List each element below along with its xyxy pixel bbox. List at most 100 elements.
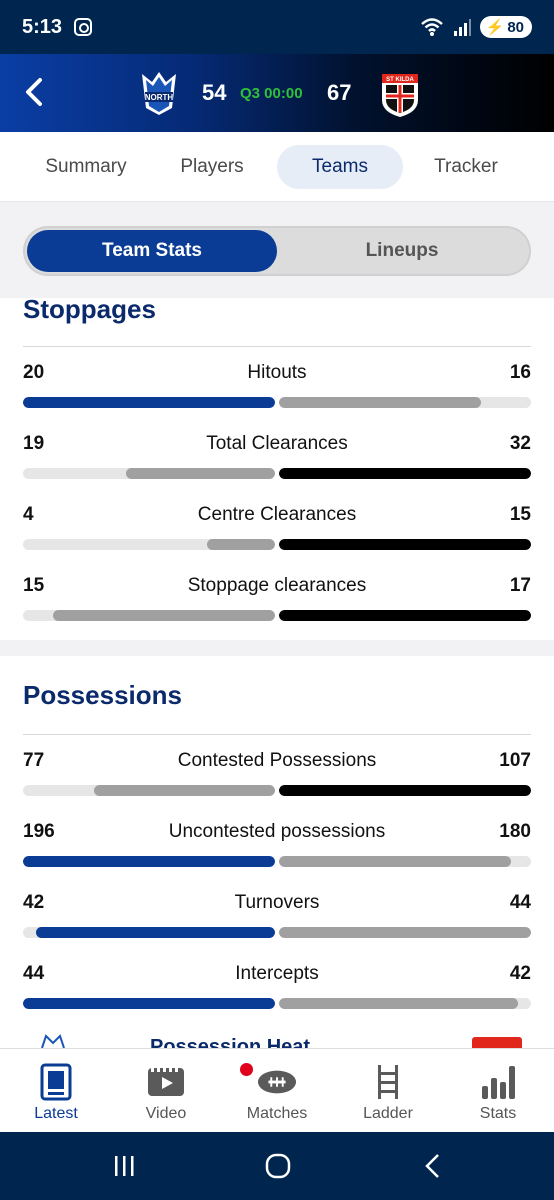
divider — [23, 346, 531, 347]
divider — [23, 734, 531, 735]
north-melbourne-logo[interactable]: NORTH — [134, 68, 184, 118]
away-score: 67 — [327, 80, 352, 105]
stat-home-bar-track — [23, 468, 275, 479]
back-nav-icon[interactable] — [422, 1153, 442, 1179]
home-score: 54 — [202, 80, 227, 105]
possessions-card: Possessions Contested Possessions 77 107 U… — [0, 656, 554, 1050]
section-title: Possessions — [23, 680, 182, 710]
stat-row: Uncontested possessions 196 180 — [23, 821, 531, 871]
home-icon[interactable] — [264, 1152, 292, 1180]
stat-row: Contested Possessions 77 107 — [23, 750, 531, 800]
stat-home-bar — [23, 998, 275, 1009]
stat-away-value: 15 — [509, 504, 531, 525]
nav-video[interactable]: Video — [111, 1049, 221, 1133]
view-toggle: Team Stats Lineups — [23, 226, 531, 276]
team-stats-toggle[interactable]: Team Stats — [27, 230, 277, 272]
system-navigation-bar — [0, 1132, 554, 1200]
stat-home-bar — [53, 610, 275, 621]
stat-away-bar — [279, 856, 511, 867]
stat-row: Intercepts 44 42 — [23, 963, 531, 1013]
stat-away-bar-track — [279, 397, 531, 408]
stat-home-bar-track — [23, 927, 275, 938]
stat-home-bar-track — [23, 998, 275, 1009]
nav-label: Ladder — [363, 1105, 413, 1122]
status-bar: 5:13 ⚡ 80 — [0, 0, 554, 54]
stat-label: Uncontested possessions — [168, 821, 386, 842]
stat-home-value: 19 — [23, 433, 45, 454]
back-button[interactable] — [14, 72, 54, 112]
stat-row: Turnovers 42 44 — [23, 892, 531, 942]
stat-row: Stoppage clearances 15 17 — [23, 575, 531, 625]
tab-teams[interactable]: Teams — [277, 145, 403, 189]
stat-home-value: 42 — [23, 892, 45, 913]
recent-apps-icon[interactable] — [112, 1154, 136, 1178]
lineups-toggle[interactable]: Lineups — [277, 230, 527, 272]
stat-away-bar-track — [279, 856, 531, 867]
nav-label: Stats — [479, 1105, 517, 1122]
stat-away-bar — [279, 927, 531, 938]
stat-home-value: 15 — [23, 575, 45, 596]
tab-tracker[interactable]: Tracker — [406, 145, 526, 189]
stat-home-bar-track — [23, 397, 275, 408]
stat-label: Intercepts — [235, 963, 319, 984]
video-icon — [146, 1063, 186, 1101]
stat-away-bar — [279, 998, 519, 1009]
nav-stats[interactable]: Stats — [443, 1049, 553, 1133]
ladder-icon — [368, 1063, 408, 1101]
stat-home-value: 4 — [23, 504, 34, 525]
stat-home-bar-track — [23, 610, 275, 621]
nav-label: Latest — [34, 1105, 78, 1122]
stat-home-bar — [23, 856, 275, 867]
stat-row: Total Clearances 19 32 — [23, 433, 531, 483]
game-clock: Q3 00:00 — [240, 85, 303, 102]
stat-home-bar-track — [23, 856, 275, 867]
stat-away-bar-track — [279, 927, 531, 938]
tab-summary[interactable]: Summary — [26, 145, 146, 189]
stat-away-bar — [279, 785, 531, 796]
stat-row: Hitouts 20 16 — [23, 362, 531, 412]
st-kilda-logo[interactable]: ST KILDA — [380, 70, 420, 118]
nav-label: Video — [145, 1105, 187, 1122]
stat-away-value: 32 — [509, 433, 531, 454]
stat-away-value: 17 — [509, 575, 531, 596]
battery-indicator: ⚡ 80 — [479, 16, 532, 38]
stat-home-bar-track — [23, 539, 275, 550]
nav-matches[interactable]: Matches — [222, 1049, 332, 1133]
stat-home-value: 44 — [23, 963, 45, 984]
stat-label: Stoppage clearances — [187, 575, 367, 596]
chevron-left-icon — [26, 78, 42, 106]
stat-away-bar-track — [279, 468, 531, 479]
stat-away-bar-track — [279, 539, 531, 550]
nav-label: Matches — [246, 1105, 308, 1122]
signal-icon — [453, 19, 471, 36]
stat-row: Centre Clearances 4 15 — [23, 504, 531, 554]
stat-home-bar — [23, 397, 275, 408]
match-header: NORTH 54 Q3 00:00 67 ST KILDA — [0, 54, 554, 132]
tab-players[interactable]: Players — [152, 145, 272, 189]
stat-away-bar-track — [279, 785, 531, 796]
stat-away-value: 16 — [509, 362, 531, 383]
away-logo-text: ST KILDA — [386, 77, 414, 83]
stat-away-bar — [279, 539, 531, 550]
stat-label: Centre Clearances — [197, 504, 357, 525]
stat-home-bar — [206, 539, 275, 550]
battery-level: 80 — [507, 18, 524, 36]
status-indicators: ⚡ 80 — [420, 16, 532, 38]
wifi-icon — [420, 18, 443, 36]
segment-area: Team Stats Lineups — [0, 202, 554, 298]
nav-latest[interactable]: Latest — [1, 1049, 111, 1133]
stoppages-card: Stoppages Hitouts 20 16 Total Clearances 19… — [0, 294, 554, 640]
stat-home-bar — [35, 927, 275, 938]
home-logo-text: NORTH — [145, 93, 174, 102]
match-tabs: Summary Players Teams Tracker — [0, 132, 554, 202]
football-icon — [257, 1063, 297, 1101]
stat-away-bar — [279, 397, 481, 408]
latest-icon — [36, 1063, 76, 1101]
nav-ladder[interactable]: Ladder — [333, 1049, 443, 1133]
status-time: 5:13 — [22, 15, 63, 38]
stat-home-value: 77 — [23, 750, 45, 771]
stat-home-value: 20 — [23, 362, 45, 383]
stat-away-bar-track — [279, 610, 531, 621]
stat-home-bar-track — [23, 785, 275, 796]
stat-away-bar — [279, 610, 531, 621]
